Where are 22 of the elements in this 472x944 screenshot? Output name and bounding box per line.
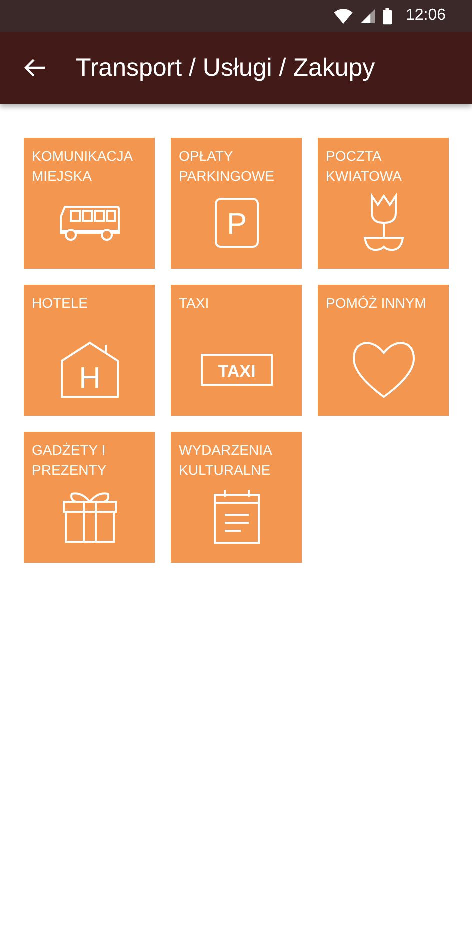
category-tile[interactable]: GADŻETY I PREZENTY xyxy=(24,432,155,563)
screen-title: Transport / Usługi / Zakupy xyxy=(76,54,376,82)
clock-time: 12:06 xyxy=(406,7,446,25)
category-tile[interactable]: TAXI TAXI xyxy=(171,285,302,416)
tulip-icon xyxy=(362,192,404,252)
category-tile[interactable]: POMÓŻ INNYM xyxy=(318,285,449,416)
category-tile[interactable]: HOTELE H xyxy=(24,285,155,416)
sign-letter: P xyxy=(226,208,246,240)
back-arrow-icon xyxy=(24,58,46,78)
category-tile[interactable]: KOMUNIKACJA MIEJSKA xyxy=(24,138,155,269)
sign-letter: H xyxy=(78,362,100,394)
category-tile[interactable]: POCZTA KWIATOWA xyxy=(318,138,449,269)
signal-icon xyxy=(360,8,375,24)
back-button[interactable] xyxy=(24,58,46,78)
calendar-icon xyxy=(212,488,260,544)
heart-icon xyxy=(352,340,416,398)
wifi-icon xyxy=(334,8,353,24)
sign-text: TAXI xyxy=(218,362,256,380)
battery-icon xyxy=(382,8,392,24)
gift-icon xyxy=(62,490,118,544)
category-tile[interactable]: OPŁATY PARKINGOWE P xyxy=(171,138,302,269)
category-tile[interactable]: WYDARZENIA KULTURALNE xyxy=(171,432,302,563)
